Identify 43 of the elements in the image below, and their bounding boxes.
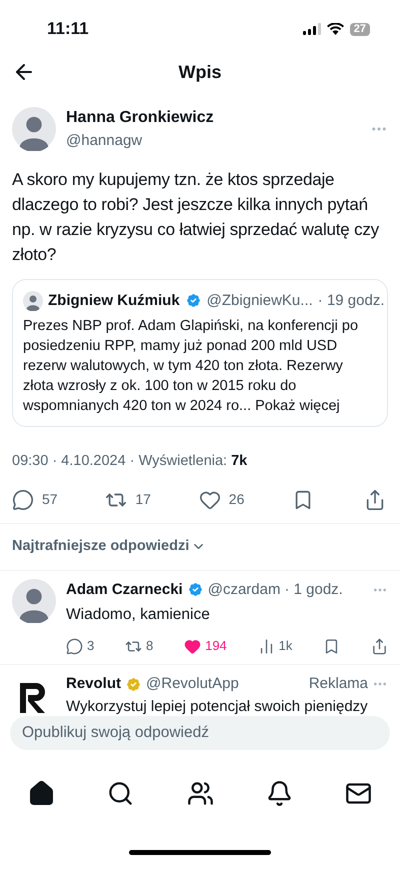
action-count: 1k xyxy=(278,637,292,656)
author-handle: @hannagw xyxy=(66,131,144,151)
quote-author: Zbigniew Kuźmiuk xyxy=(48,290,180,310)
action-count: 57 xyxy=(42,490,58,510)
quote-handle: @ZbigniewKu... xyxy=(206,290,313,310)
action-count: 26 xyxy=(228,490,244,510)
reply-handle: @czardam xyxy=(208,580,280,600)
author-avatar xyxy=(12,107,56,152)
reply-avatar xyxy=(12,578,56,622)
show-more-link[interactable]: Pokaż więcej xyxy=(255,398,340,414)
action-count: 8 xyxy=(146,637,154,656)
post-text: A skoro my kupujemy tzn. że ktos sprzedaje dlaczego to robi? Jest jeszcze kilka innych pytań np. w razie kryzysu co łatwiej sprzedać walutę czy złoto? xyxy=(12,168,380,266)
reply-author: Adam Czarnecki xyxy=(66,580,183,600)
reply-time: · 1 godz. xyxy=(284,580,343,600)
post-meta: 09:30 · 4.10.2024 · Wyświetlenia: 7k xyxy=(12,452,248,471)
quote-avatar xyxy=(23,290,43,311)
signal-icon xyxy=(302,23,321,35)
quote-text: Prezes NBP prof. Adam Glapiński, na konferencji po posiedzeniu RPP, mamy już ponad 200 mld USD rezerw walutowych, w tym 420 ton złota. Rezerwy złota wzrosły z ok. 100 ton w 2015 roku do wspomnianych 420 ton w 2024 ro... Pokaż więcej xyxy=(23,317,360,416)
share-icon[interactable] xyxy=(370,638,388,654)
people-icon[interactable] xyxy=(186,780,214,806)
sort-dropdown[interactable]: Najtrafniejsze odpowiedzi xyxy=(12,536,190,558)
author-name: Hanna Gronkiewicz xyxy=(66,108,215,128)
battery-indicator: 27 xyxy=(350,22,370,36)
heart-icon[interactable] xyxy=(184,638,202,654)
reply-text: Wiadomo, kamienice xyxy=(66,605,211,625)
reply-input[interactable]: Opublikuj swoją odpowiedź xyxy=(10,716,390,750)
action-count: 17 xyxy=(135,490,151,510)
page-title: Wpis xyxy=(178,60,222,84)
action-count: 3 xyxy=(87,637,94,656)
quoted-post[interactable] xyxy=(12,278,388,427)
search-icon[interactable] xyxy=(107,780,134,806)
status-time: 11:11 xyxy=(47,18,89,40)
reply-icon[interactable] xyxy=(12,488,34,511)
quote-time: · 19 godz. xyxy=(318,290,384,310)
action-count: 194 xyxy=(205,637,227,656)
ad-label: Reklama xyxy=(308,674,368,694)
ad-handle: @RevolutApp xyxy=(146,674,239,694)
wifi-icon xyxy=(326,23,344,35)
ad-text: Wykorzystuj lepiej potencjał swoich pieniędzy xyxy=(66,697,369,718)
home-icon[interactable] xyxy=(28,780,55,806)
ad-author: Revolut xyxy=(66,674,122,694)
bell-icon[interactable] xyxy=(266,780,293,806)
reply-icon[interactable] xyxy=(66,638,83,654)
